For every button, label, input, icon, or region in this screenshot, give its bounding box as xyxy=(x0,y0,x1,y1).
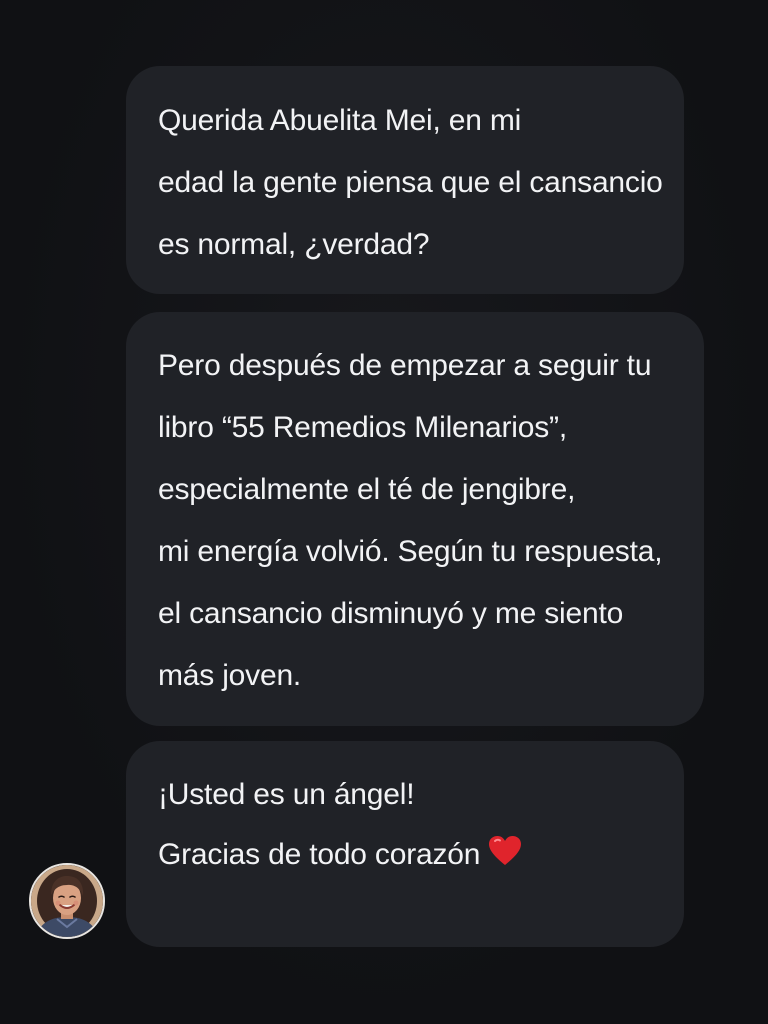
message-line: edad la gente piensa que el cansancio xyxy=(158,166,663,199)
message-line: el cansancio disminuyó y me siento xyxy=(158,597,624,630)
avatar[interactable] xyxy=(29,863,105,939)
message-line: es normal, ¿verdad? xyxy=(158,228,430,261)
message-line-with-heart: Gracias de todo corazón xyxy=(158,825,684,888)
message-bubble: ¡Usted es un ángel! Gracias de todo cora… xyxy=(126,741,684,947)
message-line: Querida Abuelita Mei, en mi xyxy=(158,104,522,137)
message-line-text: Gracias de todo corazón xyxy=(158,838,481,871)
message-line: mi energía volvió. Según tu respuesta, xyxy=(158,535,663,568)
message-bubble: Pero después de empezar a seguir tu libr… xyxy=(126,312,704,726)
message-line: ¡Usted es un ángel! xyxy=(158,778,415,811)
message-line: especialmente el té de jengibre, xyxy=(158,473,576,506)
message-line: Pero después de empezar a seguir tu xyxy=(158,349,652,382)
heart-icon xyxy=(488,828,522,888)
message-line: libro “55 Remedios Milenarios”, xyxy=(158,411,567,444)
message-bubble: Querida Abuelita Mei, en mi edad la gent… xyxy=(126,66,684,294)
message-line: más joven. xyxy=(158,659,302,692)
